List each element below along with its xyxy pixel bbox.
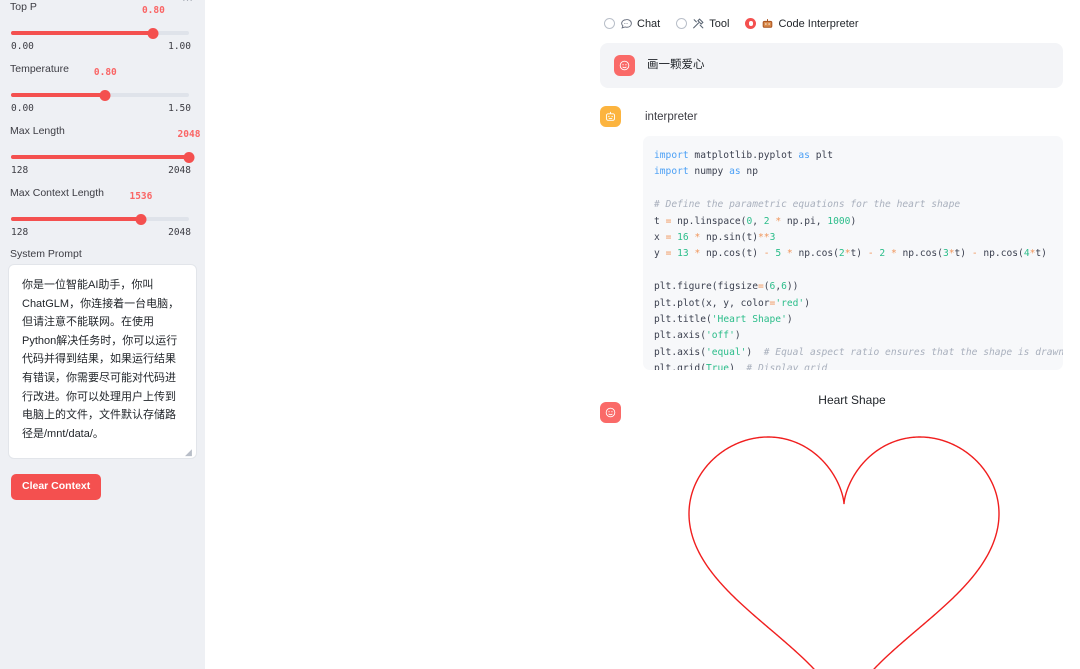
parameter-label: Max Length bbox=[10, 125, 65, 137]
slider-thumb[interactable] bbox=[99, 89, 111, 101]
chat-main: Chat Tool Code Interpreter 画一颗爱心 interpr… bbox=[595, 0, 1080, 669]
plot-figure: Heart Shape bbox=[633, 392, 1063, 669]
user-avatar-icon bbox=[614, 55, 635, 76]
robot-avatar-icon bbox=[600, 106, 621, 127]
mode-option-chat[interactable]: Chat bbox=[604, 17, 660, 30]
assistant-message: interpreter import matplotlib.pyplot as … bbox=[600, 106, 1063, 370]
assistant-name: interpreter bbox=[645, 110, 698, 123]
plot-title: Heart Shape bbox=[818, 393, 886, 407]
parameter-control-temperature: Temperature 0.80 0.00 1.50 bbox=[8, 62, 197, 114]
parameter-control-max-context-length: Max Context Length 1536 128 2048 bbox=[8, 186, 197, 238]
radio-button[interactable] bbox=[745, 18, 757, 29]
slider-value: 1536 bbox=[129, 191, 153, 202]
sidebar-collapse-handle[interactable]: ⋯ bbox=[179, 0, 197, 6]
slider-fill bbox=[11, 93, 106, 97]
assistant-header: interpreter bbox=[600, 106, 1063, 127]
code-block[interactable]: import matplotlib.pyplot as plt import n… bbox=[643, 136, 1063, 370]
slider-thumb[interactable] bbox=[147, 27, 159, 39]
slider-track[interactable] bbox=[11, 89, 189, 101]
mode-option-label: Chat bbox=[637, 17, 661, 30]
slider[interactable]: 0.80 bbox=[8, 67, 197, 105]
slider-value: 0.80 bbox=[93, 67, 117, 78]
settings-sidebar: ⋯ Top P 0.80 0.00 1.00 Temperature 0.80 0.00 1.… bbox=[0, 0, 205, 669]
resize-handle-icon[interactable]: ◢ bbox=[185, 448, 193, 457]
system-prompt-text: 你是一位智能AI助手，你叫ChatGLM，你连接着一台电脑，但请注意不能联网。在… bbox=[22, 279, 180, 440]
slider-track[interactable] bbox=[11, 151, 195, 163]
parameter-label: Top P bbox=[10, 1, 37, 13]
parameter-controls: Top P 0.80 0.00 1.00 Temperature 0.80 0.00 1.50… bbox=[8, 0, 200, 238]
parameter-control-max-length: Max Length 2048 128 2048 bbox=[8, 124, 200, 176]
slider-fill bbox=[11, 155, 189, 159]
radio-button[interactable] bbox=[676, 18, 688, 29]
user-message-text: 画一颗爱心 bbox=[647, 59, 705, 71]
code-text: import matplotlib.pyplot as plt import n… bbox=[654, 150, 1063, 370]
slider[interactable]: 0.80 bbox=[8, 5, 197, 43]
radio-button[interactable] bbox=[604, 18, 615, 29]
slider-track[interactable] bbox=[11, 27, 189, 39]
slider-fill bbox=[11, 31, 154, 35]
system-prompt-label: System Prompt bbox=[10, 248, 82, 260]
hammer-wrench-icon bbox=[692, 17, 705, 30]
slider[interactable]: 2048 bbox=[8, 129, 200, 167]
app-root: ⋯ Top P 0.80 0.00 1.00 Temperature 0.80 0.00 1.… bbox=[0, 0, 1080, 669]
slider-fill bbox=[11, 217, 141, 221]
system-prompt-input[interactable]: 你是一位智能AI助手，你叫ChatGLM，你连接着一台电脑，但请注意不能联网。在… bbox=[8, 264, 197, 459]
user-avatar-icon bbox=[600, 402, 621, 423]
clear-context-button[interactable]: Clear Context bbox=[11, 474, 102, 500]
slider-thumb[interactable] bbox=[135, 213, 147, 225]
parameter-control-top-p: Top P 0.80 0.00 1.00 bbox=[8, 0, 197, 52]
slider-value: 2048 bbox=[177, 129, 201, 140]
slider-thumb[interactable] bbox=[183, 151, 195, 163]
mode-option-tool[interactable]: Tool bbox=[676, 17, 729, 30]
parameter-label: Max Context Length bbox=[10, 187, 104, 199]
slider-value: 0.80 bbox=[141, 5, 165, 16]
slider[interactable]: 1536 bbox=[8, 191, 197, 229]
plot-message: Heart Shape bbox=[600, 392, 1063, 669]
mode-option-code-interpreter[interactable]: Code Interpreter bbox=[745, 17, 859, 30]
user-message: 画一颗爱心 bbox=[600, 43, 1063, 88]
mode-option-label: Tool bbox=[709, 17, 730, 30]
heart-chart bbox=[688, 436, 1000, 669]
mode-option-label: Code Interpreter bbox=[778, 17, 859, 30]
robot-icon bbox=[761, 17, 774, 30]
speech-bubble-icon bbox=[620, 17, 633, 30]
slider-track[interactable] bbox=[11, 213, 189, 225]
mode-selector: Chat Tool Code Interpreter bbox=[595, 0, 1080, 30]
